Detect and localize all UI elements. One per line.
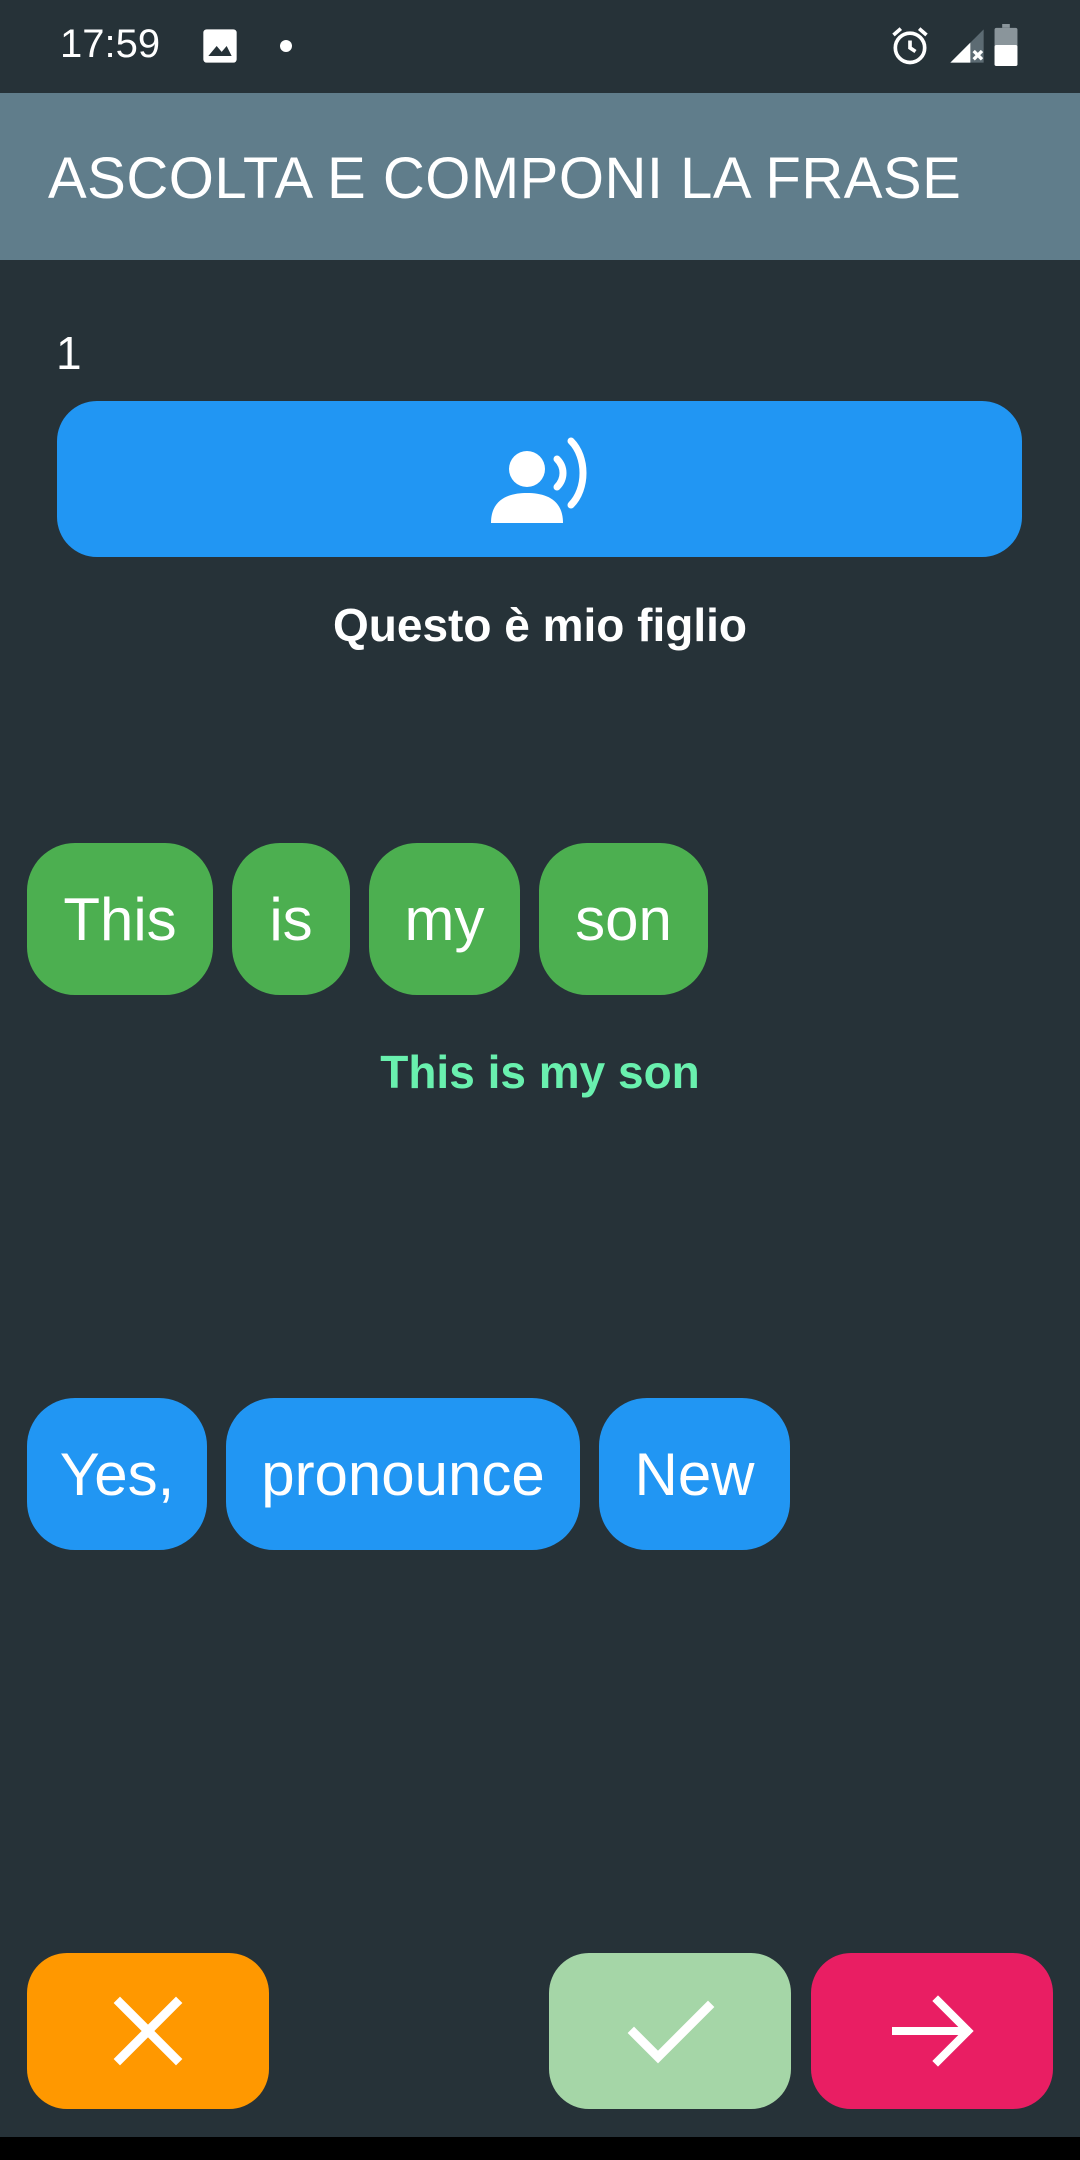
close-icon	[113, 1996, 183, 2066]
selected-word-chip[interactable]: This	[27, 843, 213, 995]
word-option-chip[interactable]: New	[599, 1398, 790, 1550]
page-title: ASCOLTA E COMPONI LA FRASE	[48, 146, 962, 211]
status-bar: 17:59	[0, 0, 1080, 93]
signal-icon	[950, 29, 984, 63]
check-icon	[627, 2000, 715, 2064]
prompt-text: Questo è mio figlio	[332, 599, 748, 651]
selected-word-chip[interactable]: my	[369, 843, 520, 995]
check-button[interactable]	[549, 1953, 791, 2109]
word-option-chip[interactable]: Yes,	[27, 1398, 207, 1550]
next-button[interactable]	[811, 1953, 1053, 2109]
speaker-person-icon	[491, 437, 587, 523]
app-bar: ASCOLTA E COMPONI LA FRASE	[0, 93, 1080, 260]
notification-dot-icon	[280, 40, 292, 52]
arrow-right-icon	[892, 1995, 974, 2067]
selected-word-chip[interactable]: son	[539, 843, 708, 995]
alarm-icon	[892, 27, 928, 65]
cancel-button[interactable]	[27, 1953, 269, 2109]
image-icon	[203, 29, 237, 63]
speak-button[interactable]	[57, 401, 1022, 557]
selected-word-chip[interactable]: is	[232, 843, 350, 995]
answer-text: This is my son	[380, 1046, 700, 1098]
status-time: 17:59	[60, 22, 161, 66]
word-option-chip[interactable]: pronounce	[226, 1398, 580, 1550]
battery-icon	[994, 24, 1018, 66]
navigation-bar	[0, 2137, 1080, 2160]
exercise-counter: 1	[56, 327, 82, 379]
